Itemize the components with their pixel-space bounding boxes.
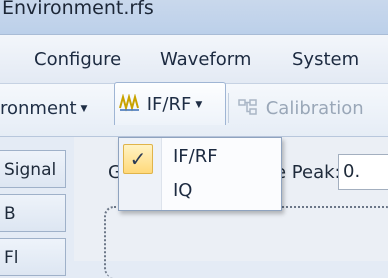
group-frame: [104, 206, 388, 278]
menu-system[interactable]: System: [292, 49, 359, 70]
peak-label: e Peak:: [275, 162, 341, 183]
title-bar: Environment.rfs: [0, 0, 388, 35]
waveform-icon: [119, 93, 147, 115]
menu-waveform[interactable]: Waveform: [160, 49, 251, 70]
side-tab-b[interactable]: B: [0, 194, 66, 232]
menu-item-iq[interactable]: IQ: [173, 180, 192, 201]
toolbar-separator: [228, 93, 229, 123]
calibration-button[interactable]: Calibration: [238, 98, 364, 119]
ifrf-button-content: IF/RF ▼: [119, 93, 203, 115]
side-tab-signal[interactable]: Signal: [0, 150, 66, 188]
ifrf-label: IF/RF: [146, 94, 192, 115]
environment-button[interactable]: ronment ▼: [0, 98, 87, 119]
chevron-down-icon: ▼: [195, 100, 203, 110]
ifrf-dropdown-menu: ✓ IF/RF IQ: [118, 137, 282, 211]
calibration-label: Calibration: [265, 98, 364, 119]
window-title: Environment.rfs: [2, 0, 154, 19]
environment-label: ronment: [0, 98, 77, 119]
side-tab-fl[interactable]: Fl: [0, 238, 66, 276]
peak-input[interactable]: 0.: [338, 154, 388, 190]
calibration-icon: [238, 98, 266, 119]
menu-configure[interactable]: Configure: [34, 49, 121, 70]
menu-bar: Configure Waveform System: [0, 35, 388, 84]
side-panel: Signal B Fl: [0, 150, 72, 276]
ifrf-button[interactable]: IF/RF ▼: [114, 82, 226, 125]
chevron-down-icon: ▼: [80, 104, 88, 114]
check-icon: ✓: [123, 144, 153, 174]
menu-item-ifrf[interactable]: IF/RF: [173, 146, 218, 167]
